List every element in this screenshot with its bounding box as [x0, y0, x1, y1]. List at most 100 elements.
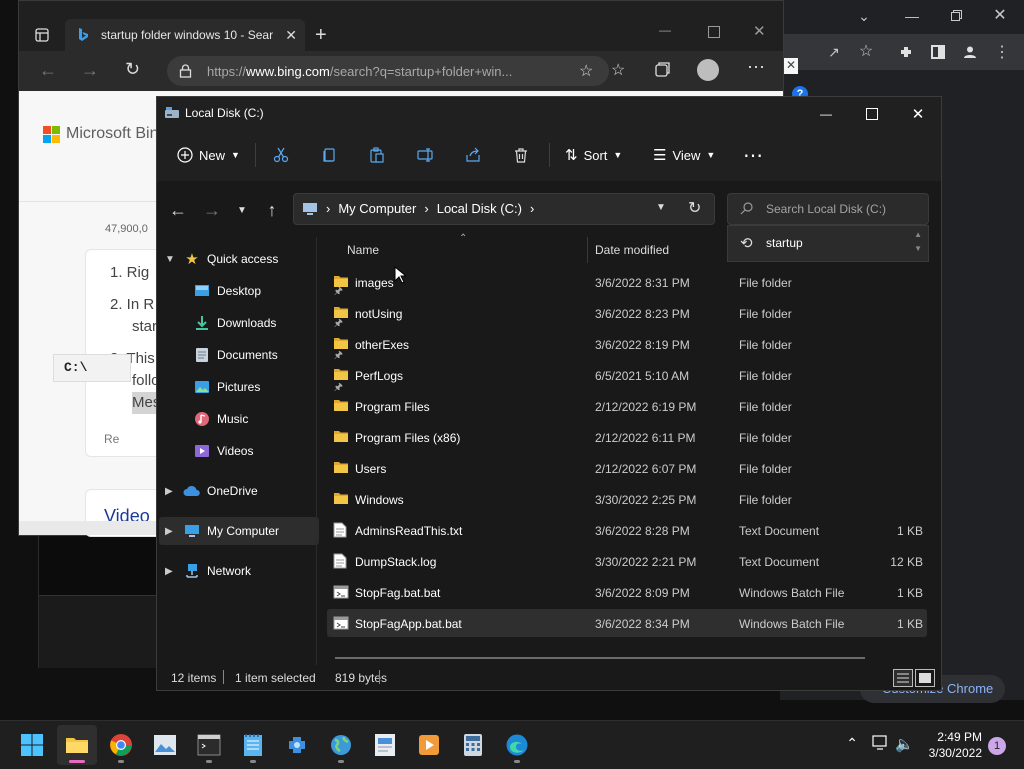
add-favorite-icon[interactable]: ☆: [579, 61, 593, 81]
minimize-icon[interactable]: —: [902, 6, 922, 26]
table-row[interactable]: Program Files (x86) 2/12/2022 6:11 PM File…: [327, 423, 927, 451]
refresh-icon[interactable]: ↻: [688, 198, 701, 218]
back-icon[interactable]: ←: [167, 199, 189, 221]
address-bar[interactable]: › My Computer › Local Disk (C:) › ▼ ↻: [293, 193, 715, 225]
back-icon[interactable]: ←: [39, 61, 57, 79]
table-row[interactable]: StopFag.bat.bat 3/6/2022 8:09 PM Windows B…: [327, 578, 927, 606]
taskbar-clock[interactable]: 2:49 PM 3/30/2022: [929, 729, 982, 761]
nav-downloads[interactable]: Downloads 🖈: [159, 309, 347, 337]
table-row[interactable]: images 3/6/2022 8:31 PM File folder: [327, 268, 927, 296]
table-row[interactable]: otherExes 3/6/2022 8:19 PM File folder: [327, 330, 927, 358]
search-input[interactable]: Search Local Disk (C:): [727, 193, 929, 225]
up-icon[interactable]: ↑: [261, 199, 283, 221]
taskbar-edge[interactable]: [497, 725, 537, 765]
nav-my-computer[interactable]: ▶ My Computer: [159, 517, 319, 545]
profile-avatar[interactable]: [697, 59, 719, 81]
taskbar-notepad[interactable]: [233, 725, 273, 765]
more-icon[interactable]: ⋯: [747, 57, 765, 78]
volume-icon[interactable]: 🔈: [895, 735, 914, 753]
recent-locations-icon[interactable]: ▼: [231, 199, 253, 221]
close-icon[interactable]: ✕: [990, 5, 1010, 25]
chevron-down-icon[interactable]: ⌄: [854, 6, 874, 26]
table-row[interactable]: AdminsReadThis.txt 3/6/2022 8:28 PM Text D…: [327, 516, 927, 544]
details-view-icon[interactable]: [893, 669, 913, 687]
close-tab-icon[interactable]: ✕: [285, 27, 297, 44]
sort-button[interactable]: ⇅ Sort ▼: [565, 143, 622, 167]
minimize-icon[interactable]: —: [659, 23, 671, 37]
tiles-view-icon[interactable]: [915, 669, 935, 687]
start-button[interactable]: [12, 725, 52, 765]
lock-icon[interactable]: [179, 64, 192, 78]
view-button[interactable]: ☰ View ▼: [653, 143, 715, 167]
forward-icon[interactable]: →: [81, 61, 99, 79]
tab-actions-icon[interactable]: [35, 28, 49, 42]
taskbar-photos[interactable]: [145, 725, 185, 765]
delete-button[interactable]: [513, 143, 529, 167]
table-row[interactable]: DumpStack.log 3/30/2022 2:21 PM Text Docum…: [327, 547, 927, 575]
close-icon[interactable]: ✕: [895, 103, 941, 125]
show-hidden-icons-icon[interactable]: ⌃: [846, 735, 858, 752]
notification-badge[interactable]: 1: [988, 737, 1006, 755]
copy-button[interactable]: [321, 143, 337, 167]
star-icon[interactable]: ☆: [856, 41, 876, 61]
taskbar-media-player[interactable]: [409, 725, 449, 765]
taskbar-globe-app[interactable]: [321, 725, 361, 765]
network-status-icon[interactable]: [872, 735, 890, 751]
suggestion-scroll-arrows[interactable]: ▲ ▼: [914, 228, 922, 256]
collections-icon[interactable]: [655, 61, 671, 77]
more-options-icon[interactable]: ⋯: [743, 143, 763, 167]
edge-address-bar[interactable]: https://www.bing.com/search?q=startup+fo…: [167, 56, 609, 86]
pane-splitter[interactable]: [316, 237, 317, 665]
taskbar-calculator[interactable]: [453, 725, 493, 765]
nav-network[interactable]: ▶ Network: [159, 557, 319, 585]
share-icon[interactable]: ↗: [824, 42, 844, 62]
share-button[interactable]: [465, 143, 481, 167]
breadcrumb-local-disk[interactable]: Local Disk (C:): [437, 201, 522, 216]
menu-icon[interactable]: ⋮: [992, 42, 1012, 62]
table-row[interactable]: Windows 3/30/2022 2:25 PM File folder: [327, 485, 927, 513]
nav-documents[interactable]: Documents 🖈: [159, 341, 347, 369]
column-header-date-modified[interactable]: Date modified: [595, 243, 669, 257]
new-button[interactable]: New ▼: [177, 143, 240, 167]
table-row[interactable]: PerfLogs 6/5/2021 5:10 AM File folder: [327, 361, 927, 389]
column-separator[interactable]: [587, 237, 588, 263]
close-icon[interactable]: ✕: [753, 22, 766, 40]
horizontal-scrollbar[interactable]: [335, 657, 865, 659]
nav-quick-access[interactable]: ▼ ★ Quick access: [159, 245, 319, 273]
nav-desktop[interactable]: Desktop 🖈: [159, 277, 347, 305]
table-row[interactable]: StopFagApp.bat.bat 3/6/2022 8:34 PM Window…: [327, 609, 927, 637]
forward-icon[interactable]: →: [201, 199, 223, 221]
cut-button[interactable]: [273, 143, 289, 167]
table-row[interactable]: notUsing 3/6/2022 8:23 PM File folder: [327, 299, 927, 327]
table-row[interactable]: Program Files 2/12/2022 6:19 PM File folde…: [327, 392, 927, 420]
profile-icon[interactable]: [960, 42, 980, 62]
chevron-down-icon[interactable]: ▼: [656, 202, 666, 213]
taskbar-file-explorer[interactable]: [57, 725, 97, 765]
nav-videos[interactable]: Videos: [159, 437, 347, 465]
new-tab-icon[interactable]: +: [315, 25, 327, 45]
table-row[interactable]: Users 2/12/2022 6:07 PM File folder: [327, 454, 927, 482]
nav-onedrive[interactable]: ▶ OneDrive: [159, 477, 319, 505]
maximize-icon[interactable]: [708, 26, 720, 38]
breadcrumb-my-computer[interactable]: My Computer: [338, 201, 416, 216]
restore-icon[interactable]: [946, 5, 966, 25]
side-panel-icon[interactable]: [928, 42, 948, 62]
favorites-icon[interactable]: ☆: [611, 60, 625, 80]
edge-horizontal-scrollbar[interactable]: [19, 521, 159, 535]
maximize-icon[interactable]: [849, 103, 895, 125]
close-icon[interactable]: ✕: [784, 58, 798, 74]
taskbar-document-viewer[interactable]: [365, 725, 405, 765]
minimize-icon[interactable]: —: [803, 103, 849, 125]
paste-button[interactable]: [369, 143, 385, 167]
taskbar-terminal[interactable]: [189, 725, 229, 765]
nav-pictures[interactable]: Pictures 🖈: [159, 373, 347, 401]
search-suggestion[interactable]: ⟲ startup ▲ ▼: [727, 225, 929, 262]
taskbar-app-gear[interactable]: [277, 725, 317, 765]
edge-tab-bing-search[interactable]: startup folder windows 10 - Search ✕: [65, 19, 305, 51]
rename-button[interactable]: [417, 143, 435, 167]
extensions-icon[interactable]: [896, 42, 916, 62]
refresh-icon[interactable]: ↻: [125, 60, 140, 78]
nav-music[interactable]: Music: [159, 405, 347, 433]
column-header-name[interactable]: Name: [347, 243, 379, 257]
taskbar-chrome[interactable]: [101, 725, 141, 765]
